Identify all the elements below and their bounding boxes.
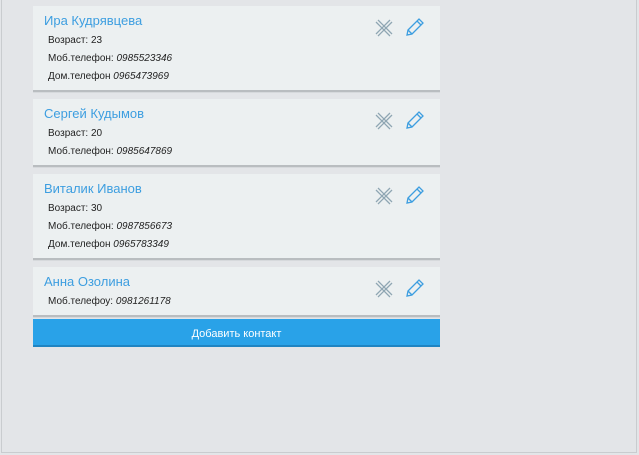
field-label: Возраст:	[48, 128, 89, 139]
pencil-icon[interactable]	[403, 278, 425, 300]
contact-card: Анна Озолина Моб.телефоу: 0981261178	[33, 267, 440, 317]
contact-field: Моб.телефоу: 0981261178	[44, 293, 429, 311]
close-icon[interactable]	[373, 17, 395, 39]
contact-list: Ира Кудрявцева Возраст: 23 Моб.телефон: 09…	[33, 6, 440, 347]
pencil-icon[interactable]	[403, 185, 425, 207]
add-contact-button[interactable]: Добавить контакт	[33, 319, 440, 347]
contact-field: Моб.телефон: 0987856673	[44, 218, 429, 236]
pencil-icon[interactable]	[403, 110, 425, 132]
contact-name[interactable]: Ира Кудрявцева	[44, 12, 429, 30]
field-label: Дом.телефон	[48, 239, 111, 250]
field-value: 0987856673	[116, 221, 173, 232]
contact-card: Сергей Кудымов Возраст: 20 Моб.телефон: 09…	[33, 99, 440, 167]
field-label: Возраст:	[48, 203, 89, 214]
close-icon[interactable]	[373, 278, 395, 300]
contact-card: Ира Кудрявцева Возраст: 23 Моб.телефон: 09…	[33, 6, 440, 92]
field-value: 0981261178	[115, 296, 171, 307]
contact-card: Виталик Иванов Возраст: 30 Моб.телефон: 09…	[33, 174, 440, 260]
close-icon[interactable]	[373, 110, 395, 132]
field-value: 0985523346	[116, 53, 173, 64]
field-value: 0965473969	[113, 71, 169, 82]
field-label: Моб.телефон:	[48, 146, 114, 157]
card-actions	[373, 110, 425, 132]
field-value: 30	[90, 203, 103, 214]
contact-field: Возраст: 30	[44, 200, 429, 218]
contact-name[interactable]: Виталик Иванов	[44, 180, 429, 198]
field-label: Возраст:	[48, 35, 89, 46]
card-actions	[373, 185, 425, 207]
field-label: Моб.телефоу:	[48, 296, 114, 307]
field-label: Моб.телефон:	[48, 53, 114, 64]
field-value: 20	[90, 128, 103, 139]
contact-field: Возраст: 23	[44, 32, 429, 50]
field-label: Моб.телефон:	[48, 221, 114, 232]
field-label: Дом.телефон	[48, 71, 111, 82]
contact-field: Моб.телефон: 0985647869	[44, 143, 429, 161]
field-value: 0985647869	[116, 146, 173, 157]
field-value: 23	[90, 35, 103, 46]
close-icon[interactable]	[373, 185, 395, 207]
card-actions	[373, 17, 425, 39]
contact-field: Моб.телефон: 0985523346	[44, 50, 429, 68]
contact-field: Дом.телефон 0965473969	[44, 68, 429, 86]
contact-field: Возраст: 20	[44, 125, 429, 143]
pencil-icon[interactable]	[403, 17, 425, 39]
card-actions	[373, 278, 425, 300]
contact-name[interactable]: Сергей Кудымов	[44, 105, 429, 123]
contact-field: Дом.телефон 0965783349	[44, 236, 429, 254]
contact-name[interactable]: Анна Озолина	[44, 273, 429, 291]
field-value: 0965783349	[113, 239, 169, 250]
